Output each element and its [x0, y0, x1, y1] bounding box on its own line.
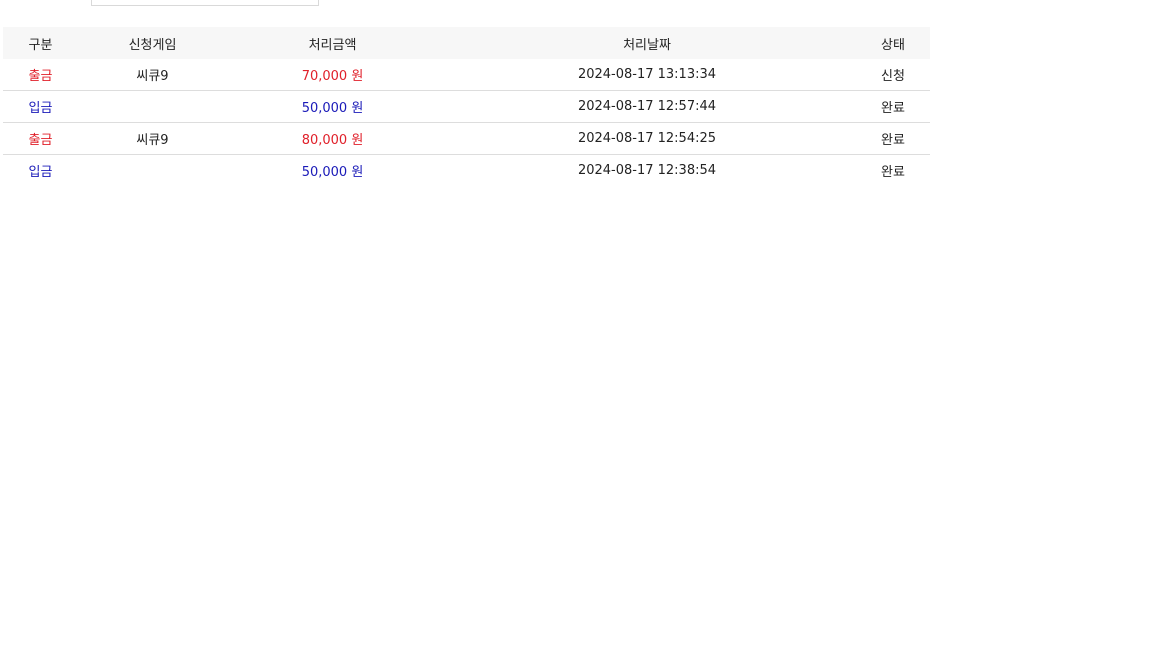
header-game: 신청게임 — [128, 37, 177, 53]
cell-type: 입금 — [28, 165, 53, 180]
table-row: 출금 씨큐9 80,000 원 2024-08-17 12:54:25 완료 — [3, 122, 930, 155]
cell-date: 2024-08-17 12:57:44 — [438, 90, 856, 123]
cell-date: 2024-08-17 12:38:54 — [577, 163, 717, 178]
header-type: 구분 — [28, 37, 53, 53]
table-row: 출금 씨큐9 70,000 원 2024-08-17 13:13:34 신청 — [3, 59, 930, 91]
date-filter-input[interactable] — [91, 0, 319, 6]
table-row: 입금 50,000 원 2024-08-17 12:57:44 완료 — [3, 90, 930, 123]
header-amount: 처리금액 — [308, 37, 357, 53]
cell-type: 입금 — [3, 90, 78, 123]
table-body: 출금 씨큐9 70,000 원 2024-08-17 13:13:34 신청 입… — [3, 59, 930, 186]
transaction-history-table: 구분 신청게임 처리금액 처리날짜 상태 출금 씨큐9 70,000 원 202… — [3, 27, 930, 186]
cell-game — [78, 155, 227, 187]
cell-date: 2024-08-17 13:13:34 — [438, 59, 856, 91]
cell-game: 씨큐9 — [78, 59, 227, 91]
cell-amount: 50,000 원 — [301, 165, 364, 180]
cell-status: 완료 — [881, 165, 905, 180]
cell-type: 출금 — [3, 59, 78, 91]
cell-status: 완료 — [856, 90, 930, 123]
cell-status: 신청 — [856, 59, 930, 91]
table-header: 구분 신청게임 처리금액 처리날짜 상태 — [3, 27, 930, 59]
cell-status: 완료 — [856, 122, 930, 155]
header-date: 처리날짜 — [623, 37, 671, 53]
cell-game — [78, 90, 227, 123]
cell-amount: 80,000 원 — [227, 122, 438, 155]
header-row: 구분 신청게임 처리금액 처리날짜 상태 — [3, 27, 930, 59]
header-status: 상태 — [881, 37, 905, 53]
cell-amount: 70,000 원 — [227, 59, 438, 91]
cell-type: 출금 — [3, 122, 78, 155]
cell-amount: 50,000 원 — [227, 90, 438, 123]
cell-date: 2024-08-17 12:54:25 — [438, 122, 856, 155]
cell-game: 씨큐9 — [78, 122, 227, 155]
table-row: 입금 50,000 원 2024-08-17 12:38:54 완료 — [3, 155, 930, 187]
